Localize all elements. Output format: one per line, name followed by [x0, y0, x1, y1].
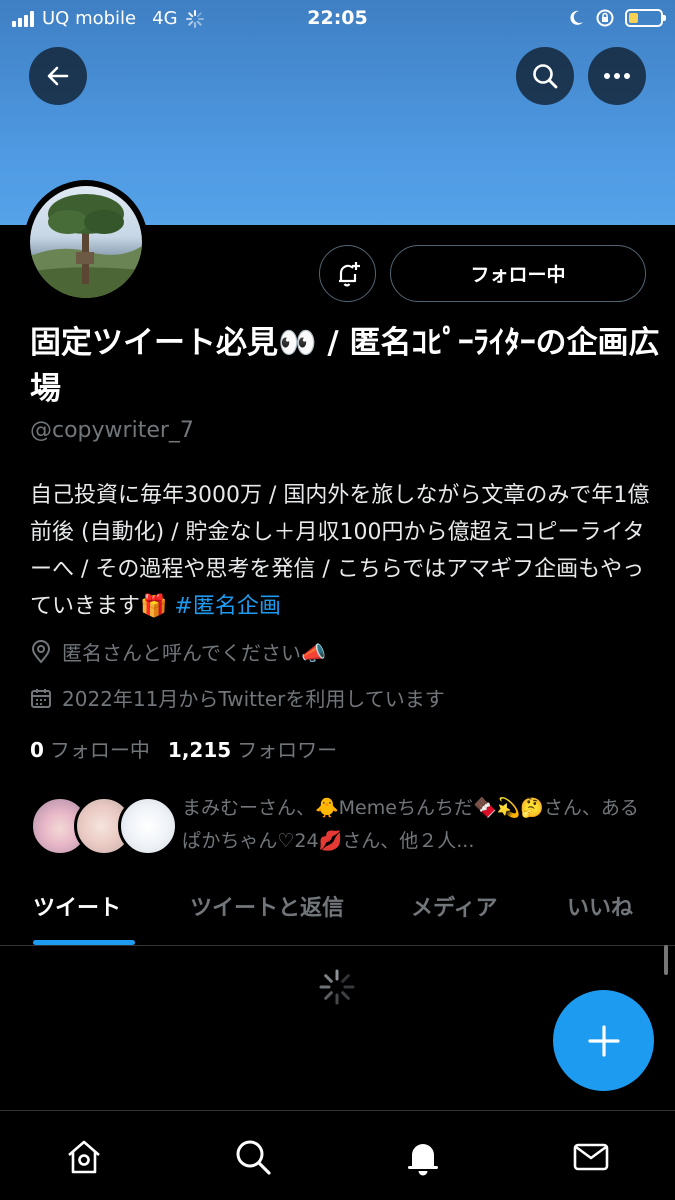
location-row: 匿名さんと呼んでください📣 — [30, 637, 326, 666]
bottom-nav — [0, 1110, 675, 1200]
profile-handle: @copywriter_7 — [30, 418, 194, 443]
joined-text: 2022年11月からTwitterを利用しています — [62, 687, 445, 711]
tab-media[interactable]: メディア — [411, 890, 497, 922]
bell-plus-icon — [338, 261, 360, 286]
profile-tabs: ツイート ツイートと返信 メディア いいね — [0, 880, 675, 946]
following-label: フォロー中 — [49, 738, 150, 762]
followed-by-text: まみむーさん、🐥Memeちんちだ🍫💫🤔さん、あるぱかちゃん♡24💋さん、他２人.… — [182, 797, 639, 852]
status-bar: UQ mobile 4G 22:05 — [0, 0, 675, 38]
profile-avatar[interactable] — [24, 180, 148, 304]
following-button[interactable]: フォロー中 — [390, 245, 646, 302]
more-icon — [604, 73, 630, 79]
followers-count: 1,215 — [167, 738, 232, 762]
battery-icon — [625, 9, 666, 27]
followed-by-row[interactable]: まみむーさん、🐥Memeちんちだ🍫💫🤔さん、あるぱかちゃん♡24💋さん、他２人.… — [30, 792, 650, 862]
profile-name: 固定ツイート必見👀 / 匿名ｺﾋﾟｰﾗｲﾀｰの企画広場 — [30, 325, 660, 407]
rotation-lock-icon — [596, 9, 614, 27]
notifications-icon — [408, 1144, 438, 1176]
search-button[interactable] — [516, 47, 574, 105]
back-button[interactable] — [29, 47, 87, 105]
follower-avatar — [118, 796, 178, 856]
scrollbar[interactable] — [664, 945, 668, 975]
followers-link[interactable]: 1,215 フォロワー — [168, 734, 337, 763]
home-icon — [68, 1140, 100, 1174]
nav-home[interactable] — [62, 1135, 106, 1179]
tab-likes[interactable]: いいね — [567, 890, 633, 922]
profile-bio: 自己投資に毎年3000万 / 国内外を旅しながら文章のみで年1億前後 (自動化)… — [30, 477, 655, 625]
search-icon — [236, 1140, 271, 1175]
loading-spinner-icon — [319, 969, 355, 1005]
tab-tweets-and-replies[interactable]: ツイートと返信 — [190, 890, 344, 922]
nav-messages[interactable] — [569, 1135, 613, 1179]
compose-tweet-button[interactable] — [553, 990, 654, 1091]
following-count: 0 — [30, 738, 44, 762]
plus-icon — [587, 1024, 620, 1057]
more-button[interactable] — [588, 47, 646, 105]
calendar-icon — [31, 688, 51, 708]
moon-icon — [570, 10, 583, 25]
nav-search[interactable] — [231, 1135, 275, 1179]
bio-text: 自己投資に毎年3000万 / 国内外を旅しながら文章のみで年1億前後 (自動化)… — [30, 483, 650, 619]
bio-hashtag-link[interactable]: #匿名企画 — [174, 594, 280, 619]
active-tab-indicator — [33, 940, 135, 945]
location-text: 匿名さんと呼んでください📣 — [62, 641, 326, 665]
tab-tweets[interactable]: ツイート — [33, 890, 121, 922]
followers-label: フォロワー — [237, 738, 338, 762]
notify-button[interactable] — [319, 245, 376, 302]
search-icon — [533, 64, 558, 89]
joined-row: 2022年11月からTwitterを利用しています — [30, 683, 445, 712]
messages-icon — [573, 1143, 609, 1171]
back-arrow-icon — [47, 66, 69, 86]
following-link[interactable]: 0 フォロー中 — [30, 734, 150, 763]
location-pin-icon — [31, 639, 51, 664]
follow-counts: 0 フォロー中 1,215 フォロワー — [30, 734, 337, 763]
nav-notifications[interactable] — [401, 1135, 445, 1179]
